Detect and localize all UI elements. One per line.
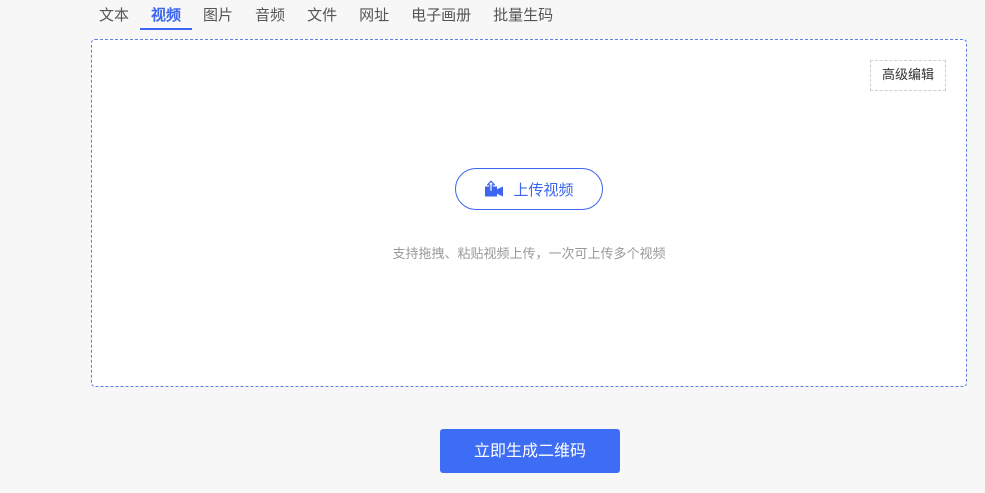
tab-url[interactable]: 网址 <box>348 0 400 30</box>
video-upload-dropzone[interactable]: 高级编辑 上传视频 支持拖拽、粘贴视频上传，一次可上传多个视频 <box>91 39 967 387</box>
content-type-tabs: 文本 视频 图片 音频 文件 网址 电子画册 批量生码 <box>88 0 564 32</box>
tab-file[interactable]: 文件 <box>296 0 348 30</box>
generate-qr-code-button[interactable]: 立即生成二维码 <box>440 429 620 473</box>
tab-audio[interactable]: 音频 <box>244 0 296 30</box>
upload-video-button[interactable]: 上传视频 <box>455 168 603 210</box>
tab-image[interactable]: 图片 <box>192 0 244 30</box>
tab-video[interactable]: 视频 <box>140 0 193 30</box>
video-upload-icon <box>484 180 504 198</box>
upload-video-label: 上传视频 <box>513 180 574 199</box>
advanced-edit-button[interactable]: 高级编辑 <box>869 60 946 91</box>
upload-hint: 支持拖拽、粘贴视频上传，一次可上传多个视频 <box>392 247 666 262</box>
tab-batch-generate[interactable]: 批量生码 <box>482 0 564 30</box>
tab-text[interactable]: 文本 <box>88 0 140 30</box>
tab-e-album[interactable]: 电子画册 <box>400 0 482 30</box>
